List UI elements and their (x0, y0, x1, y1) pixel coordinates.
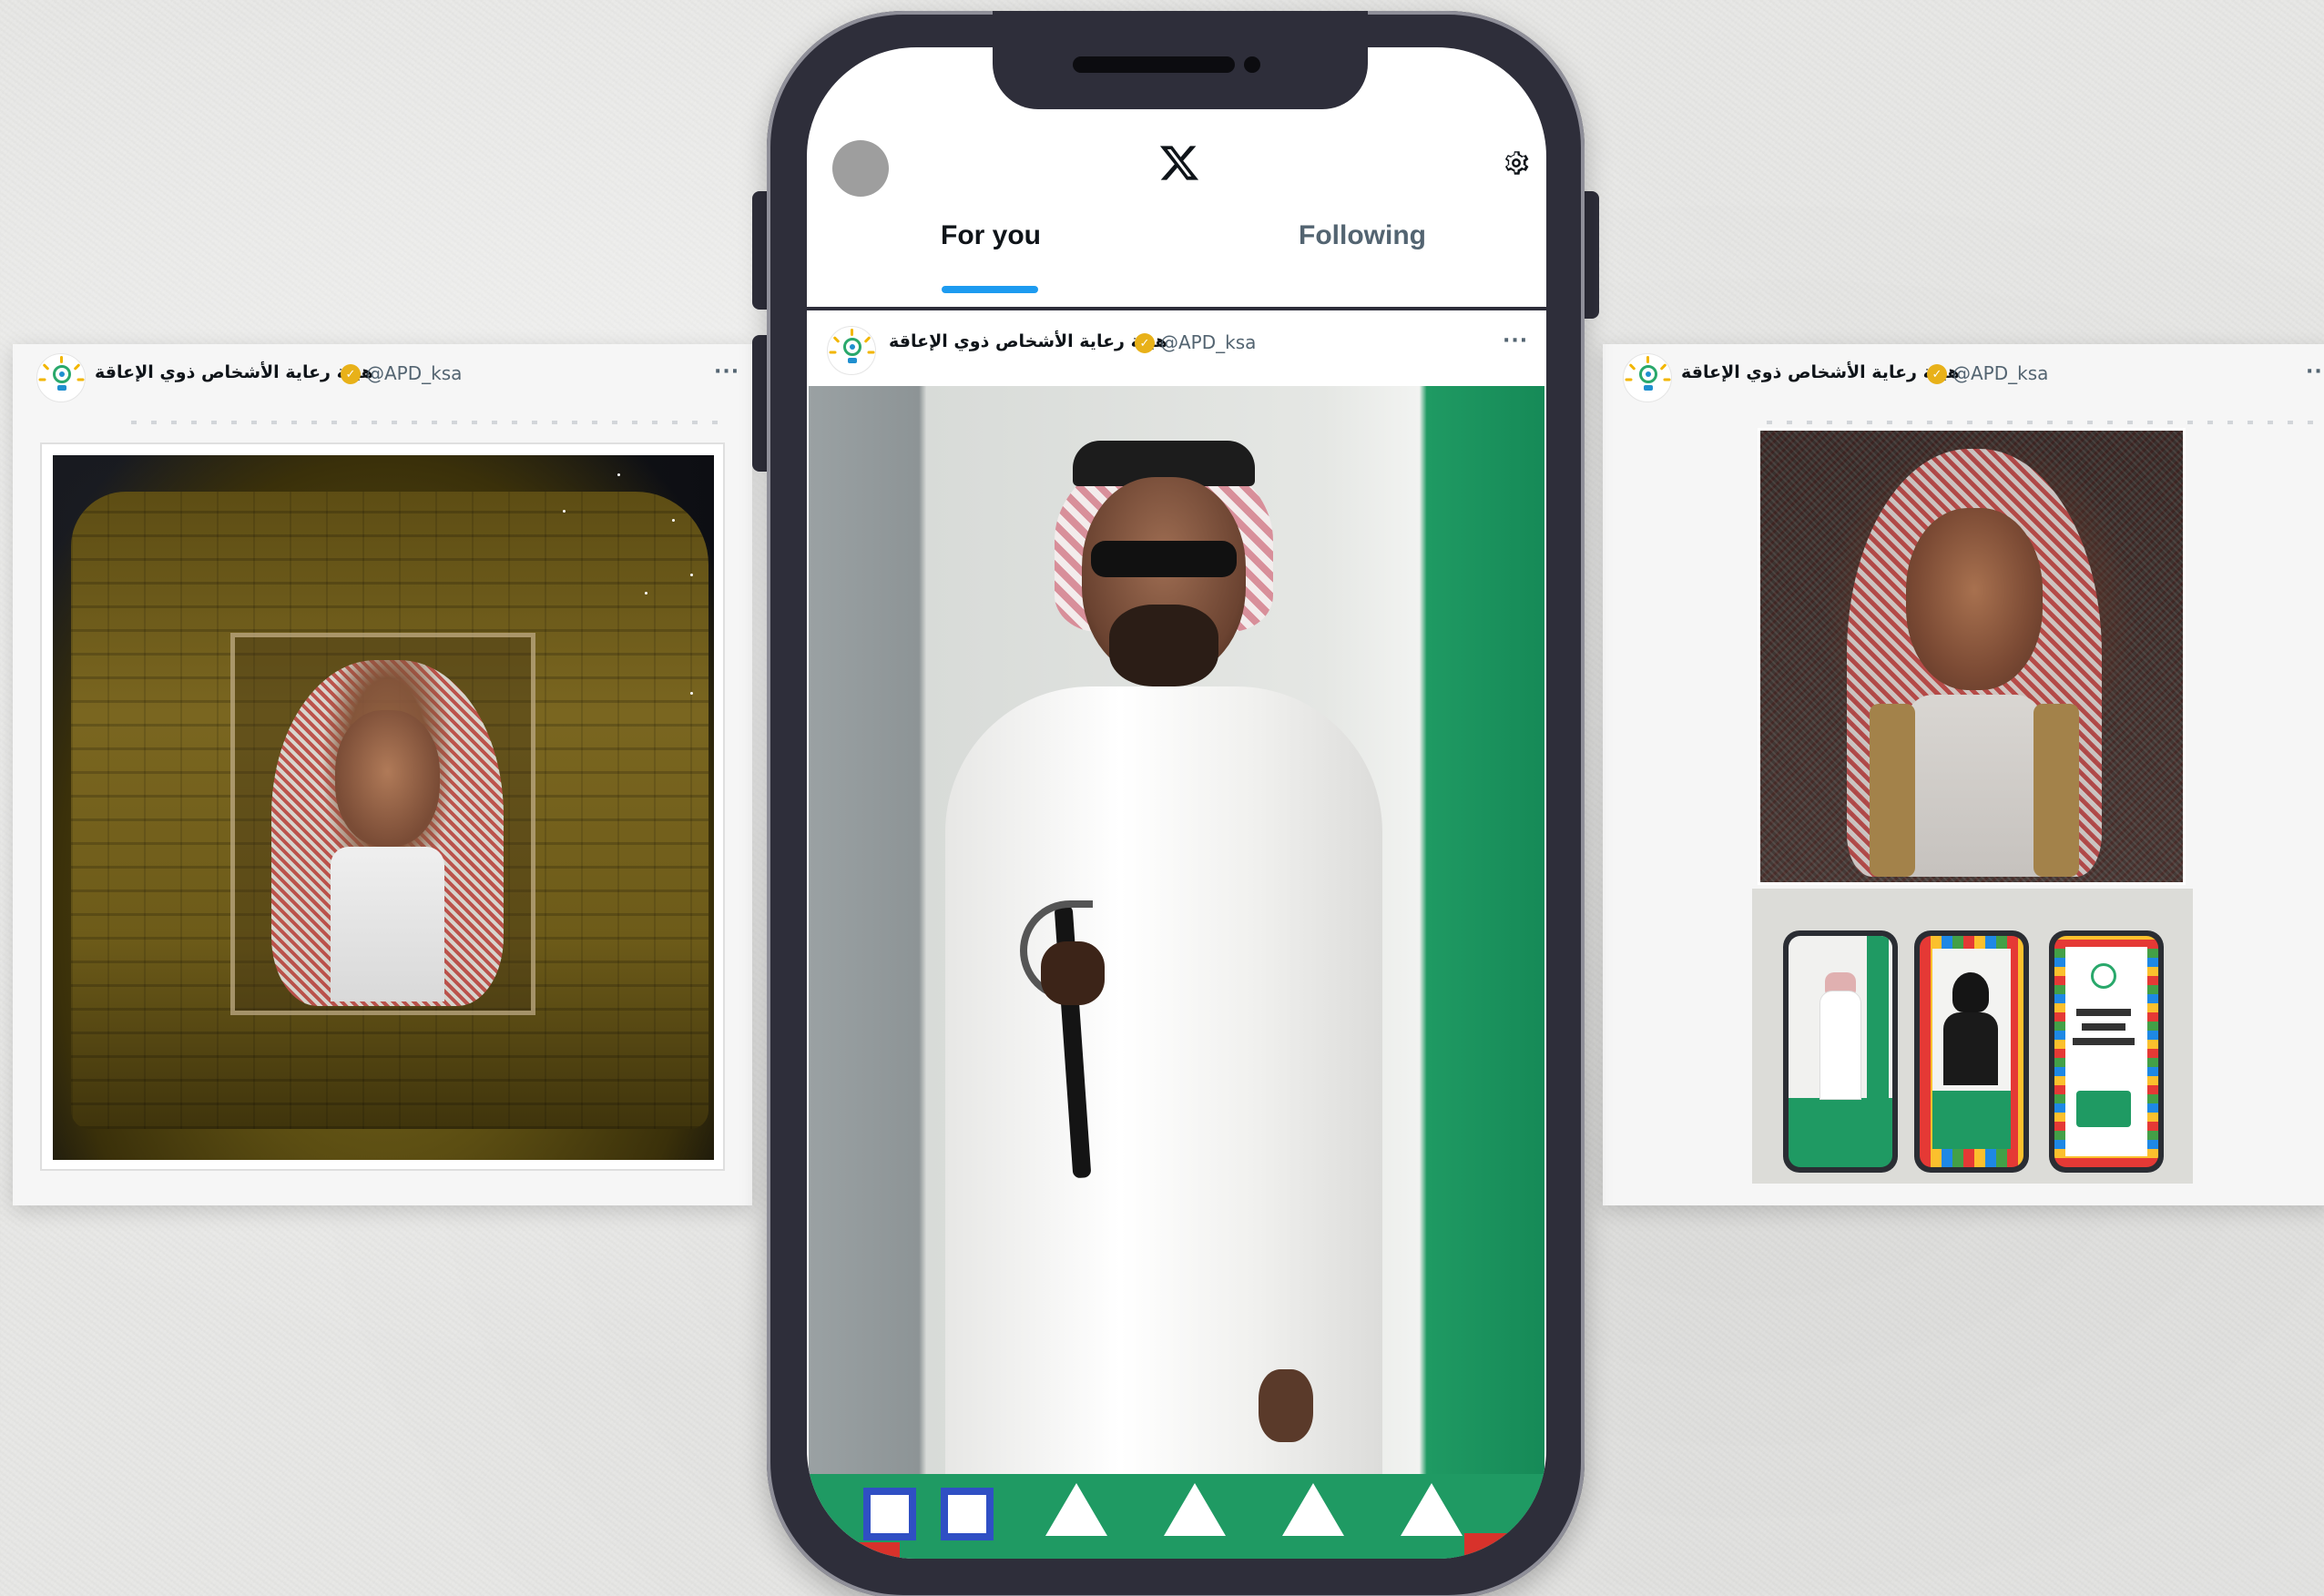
more-icon[interactable]: ··· (2306, 361, 2324, 383)
post-header: هيئة رعاية الأشخاص ذوي الإعاقة ✓ @APD_ks… (807, 313, 1546, 386)
left-tweet-card[interactable]: هيئة رعاية الأشخاص ذوي الإعاقة ✓ @APD_ks… (13, 344, 752, 1205)
truncated-text (1767, 421, 2313, 424)
apd-logo-icon[interactable] (1623, 353, 1672, 402)
account-handle[interactable]: @APD_ksa (1952, 362, 2048, 384)
gear-icon[interactable] (1501, 147, 1532, 178)
account-handle[interactable]: @APD_ksa (1160, 331, 1256, 353)
phone-speaker (1073, 56, 1235, 73)
active-tab-indicator (942, 286, 1038, 293)
phone-screen: For you Following هيئة رعاية الأشخاص ذوي… (807, 47, 1546, 1559)
account-handle[interactable]: @APD_ksa (366, 362, 462, 384)
account-name[interactable]: هيئة رعاية الأشخاص ذوي الإعاقة (889, 331, 1167, 351)
phone-frame: For you Following هيئة رعاية الأشخاص ذوي… (767, 11, 1585, 1596)
verified-badge-icon: ✓ (1135, 333, 1155, 353)
projected-portrait (230, 633, 535, 1015)
profile-avatar[interactable] (832, 140, 889, 197)
tweet-image-frame[interactable] (40, 442, 725, 1171)
phone-camera (1244, 56, 1260, 73)
tab-following[interactable]: Following (1299, 220, 1426, 251)
account-name[interactable]: هيئة رعاية الأشخاص ذوي الإعاقة (95, 362, 373, 382)
mosaic-portrait-image[interactable] (1758, 428, 2186, 885)
more-icon[interactable]: ··· (714, 361, 739, 383)
tweet-header: هيئة رعاية الأشخاص ذوي الإعاقة ✓ @APD_ks… (1603, 353, 2324, 404)
truncated-text (131, 421, 732, 424)
tabs-divider (807, 307, 1546, 310)
mini-phone (1914, 930, 2029, 1173)
tweet-header: هيئة رعاية الأشخاص ذوي الإعاقة ✓ @APD_ks… (13, 353, 752, 404)
app-phones-image[interactable] (1752, 889, 2193, 1184)
mini-phone (2049, 930, 2164, 1173)
verified-badge-icon: ✓ (341, 364, 361, 384)
night-projection-image (53, 455, 714, 1160)
verified-badge-icon: ✓ (1927, 364, 1947, 384)
apd-logo-icon[interactable] (36, 353, 86, 402)
post-image[interactable] (809, 386, 1544, 1559)
mini-phone (1783, 930, 1898, 1173)
apd-logo-icon[interactable] (827, 326, 876, 375)
tab-for-you[interactable]: For you (941, 220, 1041, 251)
account-name[interactable]: هيئة رعاية الأشخاص ذوي الإعاقة (1681, 362, 1960, 382)
right-tweet-card[interactable]: هيئة رعاية الأشخاص ذوي الإعاقة ✓ @APD_ks… (1603, 344, 2324, 1205)
x-logo[interactable] (1158, 142, 1200, 184)
more-icon[interactable]: ··· (1503, 330, 1528, 352)
